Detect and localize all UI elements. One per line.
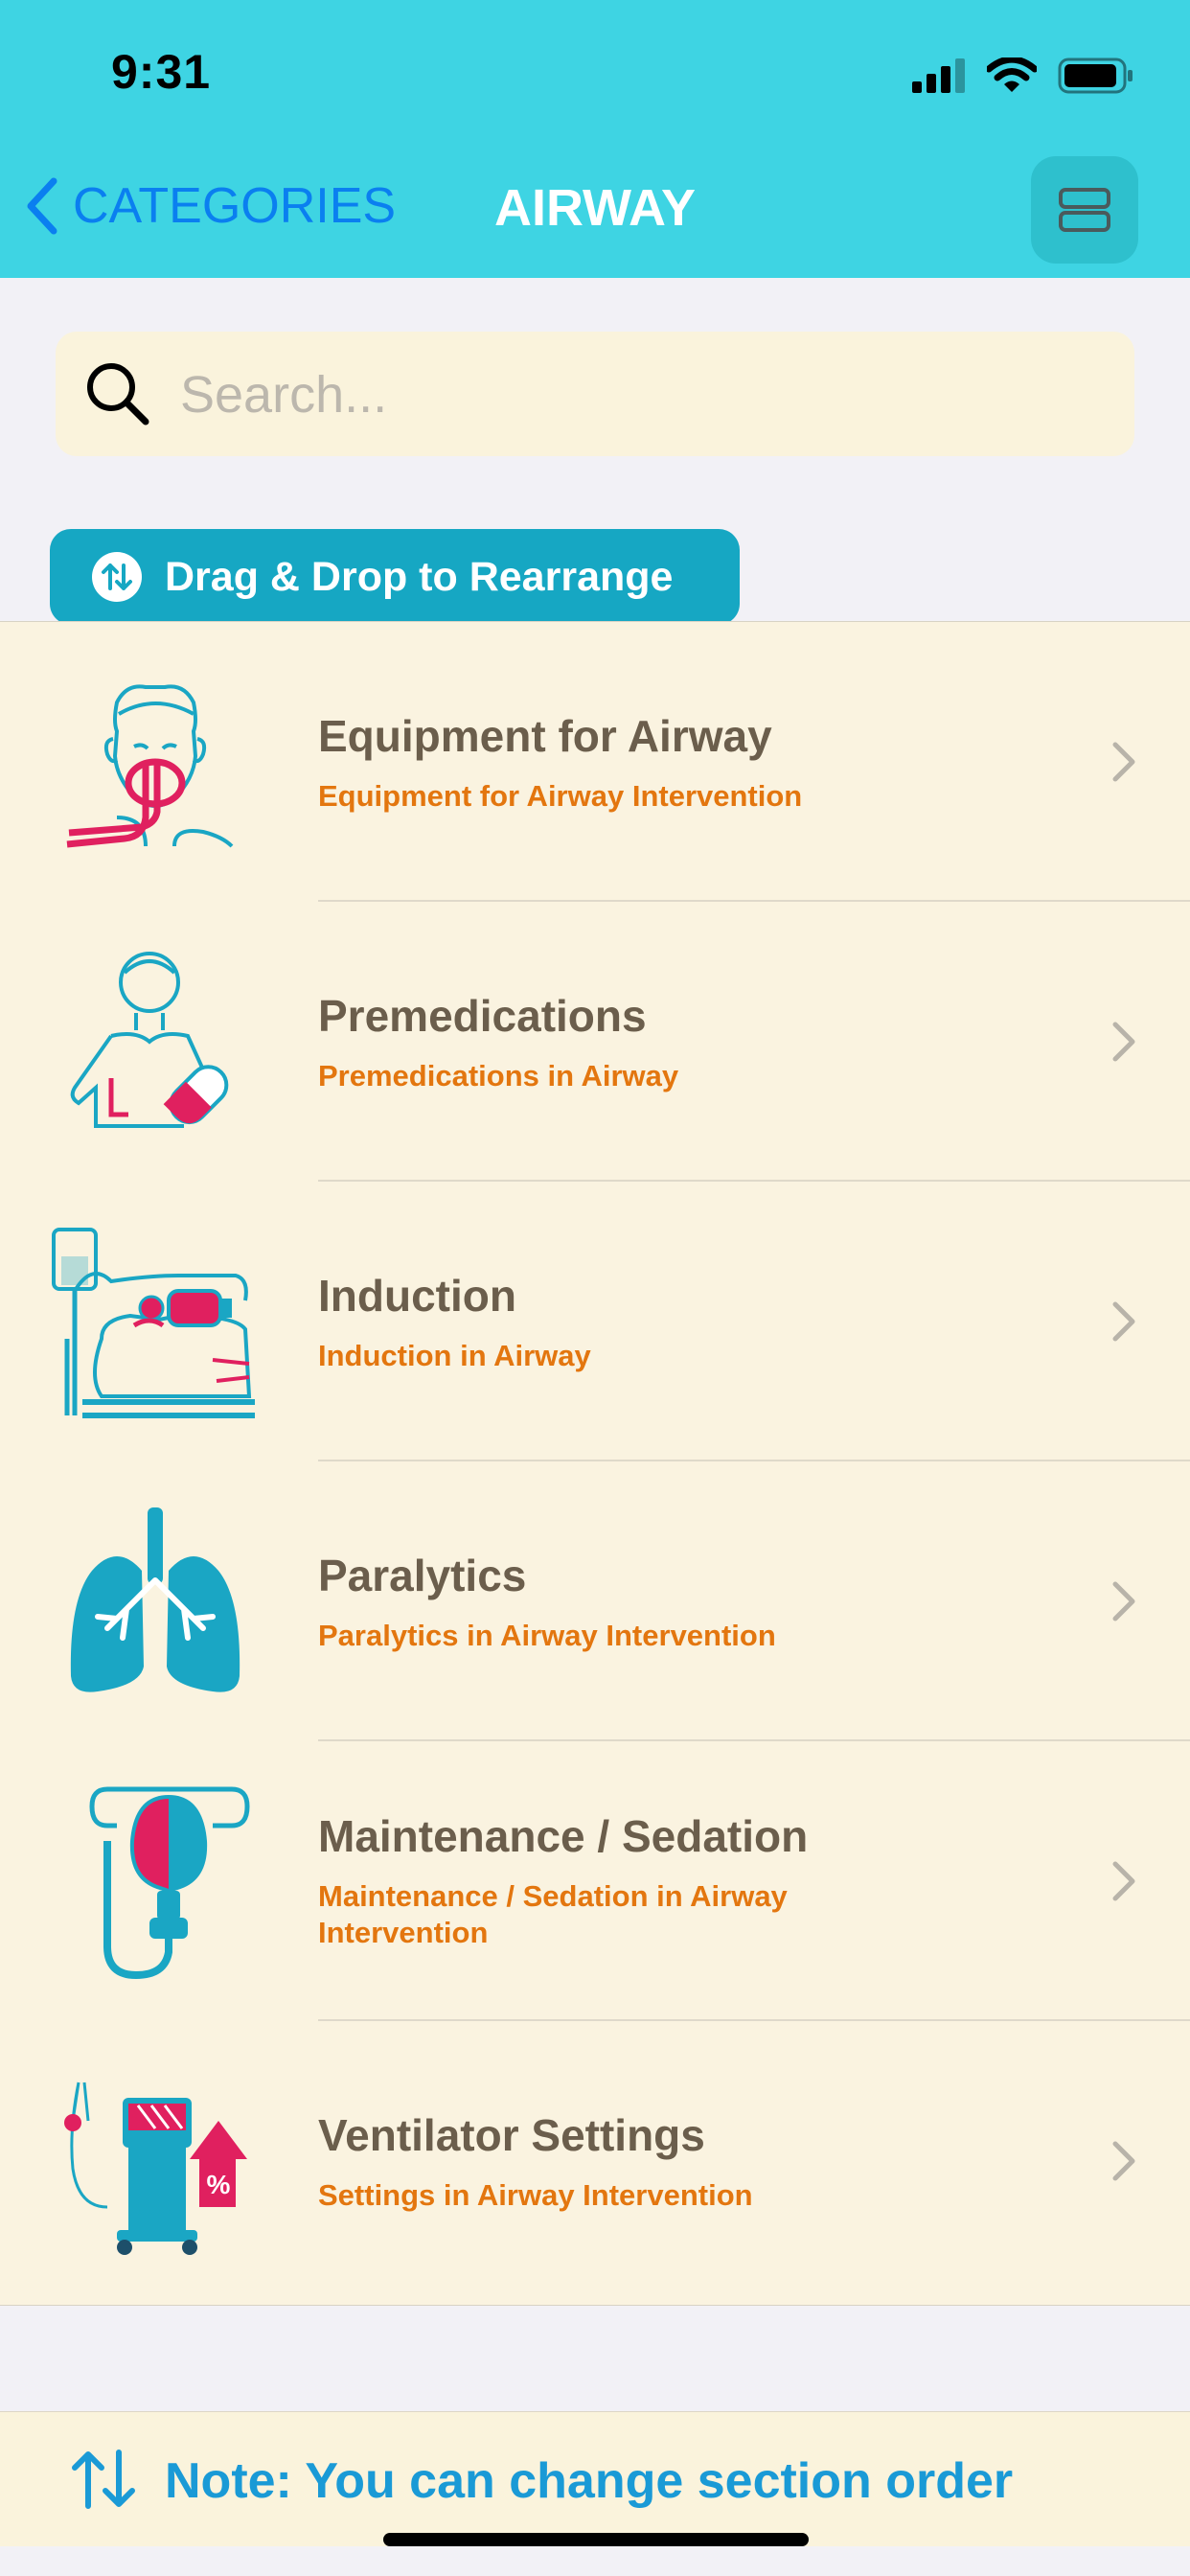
list-item-maintenance-sedation[interactable]: Maintenance / Sedation Maintenance / Sed… bbox=[0, 1741, 1190, 2021]
list-item-premedications[interactable]: Premedications Premedications in Airway bbox=[0, 902, 1190, 1182]
layout-toggle-button[interactable] bbox=[1031, 156, 1138, 264]
item-subtitle: Paralytics in Airway Intervention bbox=[318, 1619, 776, 1652]
item-subtitle: Maintenance / Sedation in Airway Interve… bbox=[318, 1879, 788, 1949]
patient-pill-icon bbox=[70, 952, 229, 1128]
oxygen-mask-icon bbox=[89, 1786, 250, 1979]
chevron-right-icon bbox=[1112, 1022, 1135, 1062]
page-title-text: AIRWAY bbox=[493, 179, 697, 237]
drag-drop-label: Drag & Drop to Rearrange bbox=[165, 553, 674, 600]
reorder-note: Note: You can change section order bbox=[0, 2411, 1190, 2546]
item-subtitle: Settings in Airway Intervention bbox=[318, 2178, 753, 2212]
rearrange-icon bbox=[92, 552, 142, 602]
wifi-icon bbox=[987, 58, 1037, 92]
chevron-right-icon bbox=[1112, 1301, 1135, 1342]
list-layout-icon bbox=[1059, 188, 1110, 232]
item-subtitle: Equipment for Airway Intervention bbox=[318, 779, 803, 813]
chevron-right-icon bbox=[1112, 1861, 1135, 1901]
search-input[interactable] bbox=[178, 332, 1102, 458]
ventilator-icon: % bbox=[64, 2082, 247, 2255]
item-title: Maintenance / Sedation bbox=[318, 1811, 809, 1861]
item-title: Premedications bbox=[318, 991, 647, 1041]
drag-drop-button[interactable]: Drag & Drop to Rearrange bbox=[50, 529, 740, 625]
battery-icon bbox=[1058, 58, 1133, 94]
chevron-right-icon bbox=[1112, 2141, 1135, 2181]
chevron-right-icon bbox=[1112, 742, 1135, 782]
list-item-paralytics[interactable]: Paralytics Paralytics in Airway Interven… bbox=[0, 1461, 1190, 1741]
item-subtitle: Induction in Airway bbox=[318, 1339, 591, 1372]
category-list: Equipment for Airway Equipment for Airwa… bbox=[0, 621, 1190, 2306]
list-item-equipment[interactable]: Equipment for Airway Equipment for Airwa… bbox=[0, 622, 1190, 902]
list-item-induction[interactable]: Induction Induction in Airway bbox=[0, 1182, 1190, 1461]
search-icon bbox=[87, 363, 149, 426]
status-icons bbox=[912, 52, 1134, 100]
svg-text:%: % bbox=[207, 2170, 231, 2199]
iv-stretcher-icon bbox=[52, 1228, 255, 1418]
lungs-icon bbox=[70, 1507, 240, 1692]
list-item-ventilator-settings[interactable]: % Ventilator Settings Settings in Airway… bbox=[0, 2021, 1190, 2301]
chevron-right-icon bbox=[1112, 1581, 1135, 1622]
home-indicator bbox=[383, 2533, 809, 2546]
top-bar: 9:31 CATEGORIES AIRWAY bbox=[0, 0, 1190, 278]
cellular-signal-icon bbox=[912, 58, 965, 93]
item-title: Ventilator Settings bbox=[318, 2110, 705, 2160]
item-title: Paralytics bbox=[318, 1551, 527, 1600]
patient-airway-icon bbox=[66, 684, 234, 848]
page-title: AIRWAY bbox=[0, 178, 1190, 238]
reorder-arrows-icon bbox=[72, 2450, 135, 2509]
status-time: 9:31 bbox=[111, 45, 212, 99]
item-title: Induction bbox=[318, 1271, 516, 1321]
item-subtitle: Premedications in Airway bbox=[318, 1059, 679, 1092]
item-title: Equipment for Airway bbox=[318, 711, 772, 761]
search-bar bbox=[56, 332, 1134, 458]
note-text: Note: You can change section order bbox=[165, 2453, 1014, 2509]
